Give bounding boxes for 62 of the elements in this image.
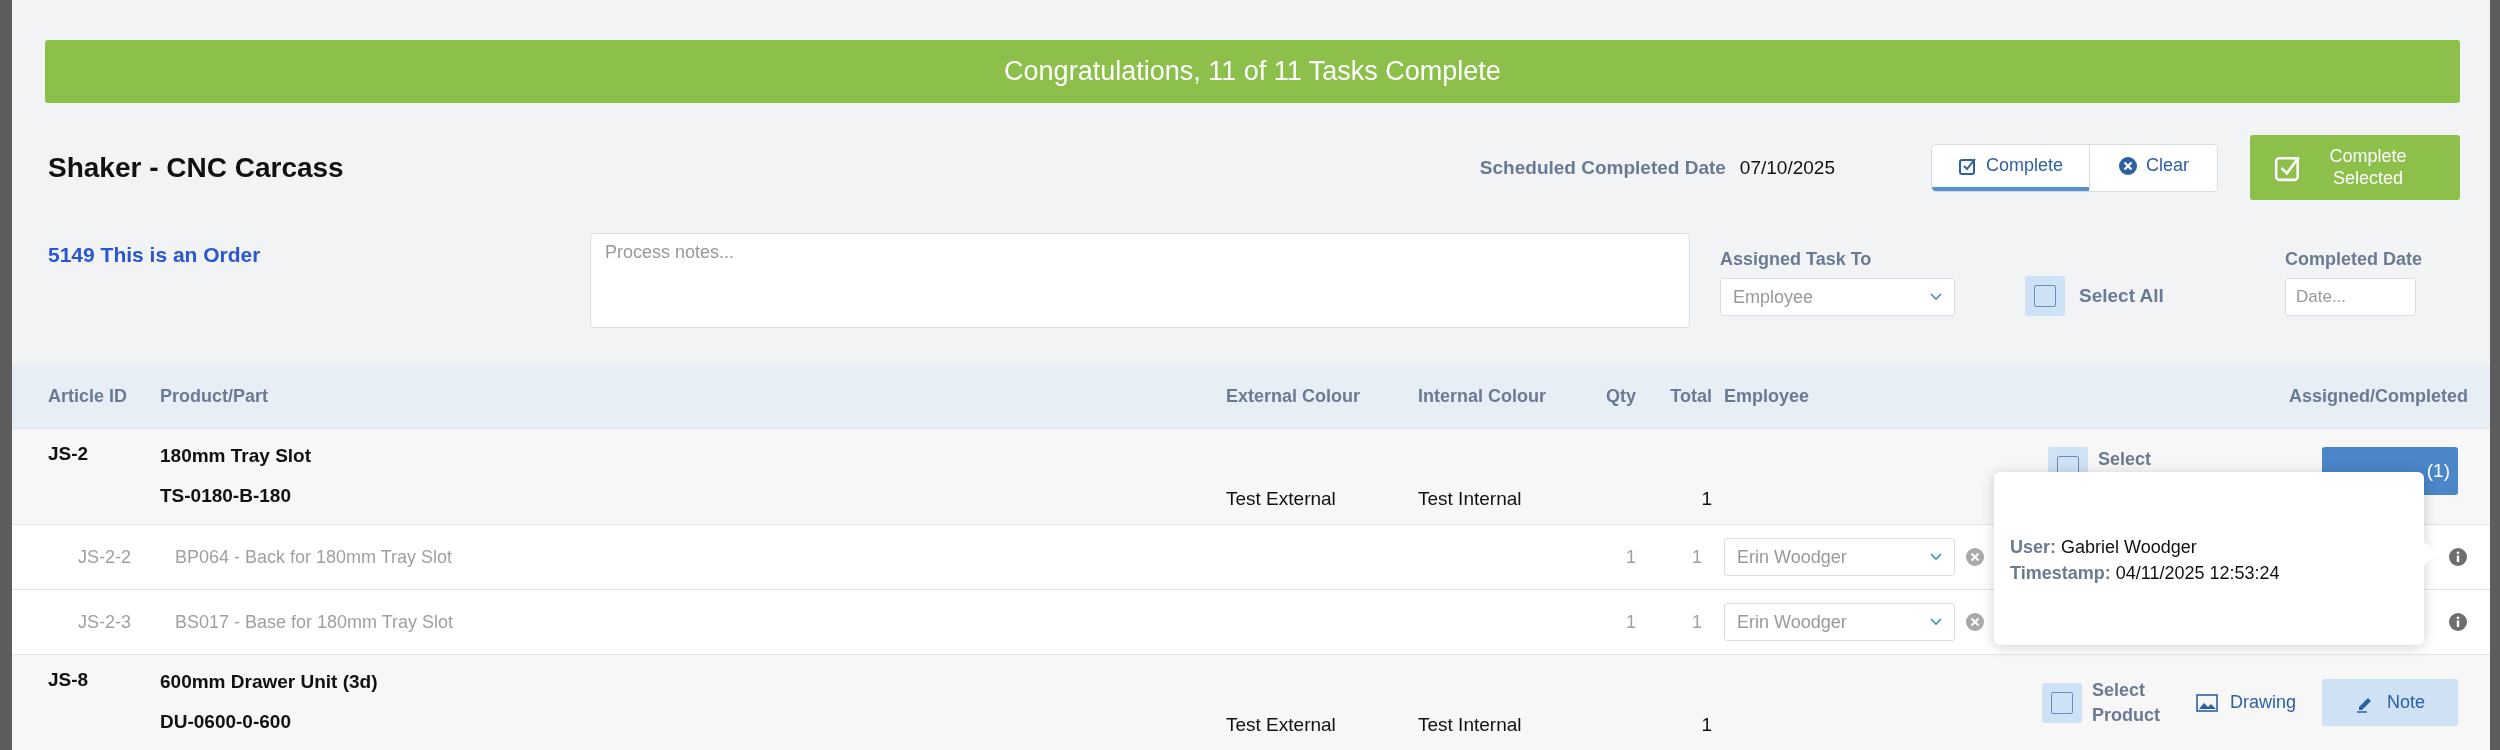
column-header: Qty xyxy=(1605,386,1636,407)
scheduled-date: 07/10/2025 xyxy=(1739,156,1835,179)
select-product-label: Select Product xyxy=(2091,679,2161,727)
article-id: JS-2-2 xyxy=(77,546,132,568)
column-header: Total xyxy=(1669,386,1712,407)
order-link[interactable]: 5149 This is an Order xyxy=(48,243,590,267)
column-header: Employee xyxy=(1723,386,1810,407)
table-cell-text: 1 xyxy=(1700,714,1712,736)
column-header: Product/Part xyxy=(160,386,270,407)
user-label: User: xyxy=(2010,537,2057,557)
table-cell-text: Test Internal xyxy=(1418,488,1523,510)
field-label: Completed Date xyxy=(2285,249,2424,270)
mode-tab[interactable]: Complete xyxy=(1931,144,2089,191)
article-id: JS-2-3 xyxy=(77,611,132,633)
scheduled-label: Scheduled Completed Date xyxy=(1479,156,1726,179)
column-header: Assigned/Completed xyxy=(2288,386,2468,407)
employee-select[interactable]: Erin Woodger xyxy=(1724,538,1955,576)
article-id: JS-2 xyxy=(48,443,90,465)
user-name: Gabriel Woodger xyxy=(2061,537,2197,557)
select-product-label: Select xyxy=(2098,448,2153,471)
timestamp: 04/11/2025 12:53:24 xyxy=(2115,563,2280,583)
column-header: Article ID xyxy=(48,386,129,407)
table-cell-text: 1 xyxy=(1691,611,1703,633)
part-name: BS017 - Base for 180mm Tray Slot xyxy=(174,611,455,633)
table-cell-text: Test External xyxy=(1226,488,1337,510)
column-header: External Colour xyxy=(1226,386,1362,407)
clear-icon xyxy=(2118,155,2138,176)
info-icon[interactable] xyxy=(2448,547,2468,567)
employee-select[interactable]: Employee xyxy=(1720,278,1955,316)
info-icon[interactable] xyxy=(2448,612,2468,632)
article-id: JS-8 xyxy=(48,669,90,691)
table-cell-text: 1 xyxy=(1625,611,1636,633)
product-name: 600mm Drawer Unit (3d) xyxy=(160,671,379,693)
field-label: Assigned Task To xyxy=(1720,249,1873,270)
employee-select[interactable]: Erin Woodger xyxy=(1724,603,1955,641)
clear-icon[interactable] xyxy=(1965,612,1985,632)
table-cell-text: 1 xyxy=(1700,488,1712,510)
note-button[interactable]: Note xyxy=(2322,679,2458,726)
select-all-label: Select All xyxy=(2079,285,2164,307)
caret-icon xyxy=(1930,293,1942,301)
caret-icon xyxy=(1930,553,1942,561)
table-cell-text: 1 xyxy=(1691,546,1703,568)
product-name: 180mm Tray Slot xyxy=(160,445,313,467)
table-cell-text: Test Internal xyxy=(1418,714,1523,736)
table-cell-text: Test External xyxy=(1226,714,1337,736)
column-header: Internal Colour xyxy=(1418,386,1547,407)
success-banner: Congratulations, 11 of 11 Tasks Complete xyxy=(45,40,2460,103)
checkbox[interactable] xyxy=(2041,682,2082,723)
product-code: TS-0180-B-180 xyxy=(160,485,292,507)
part-name: BP064 - Back for 180mm Tray Slot xyxy=(174,546,454,568)
checkbox[interactable] xyxy=(2025,276,2065,316)
mode-tab[interactable]: Clear xyxy=(2089,144,2217,191)
table-cell-text: 1 xyxy=(1625,546,1636,568)
picture-icon xyxy=(2195,693,2218,712)
product-code: DU-0600-0-600 xyxy=(160,711,292,733)
caret-icon xyxy=(1930,618,1942,626)
page-title: Shaker - CNC Carcass xyxy=(48,151,344,184)
clear-icon[interactable] xyxy=(1965,547,1985,567)
timestamp-label: Timestamp: xyxy=(2010,563,2111,583)
date-field[interactable]: Date... xyxy=(2285,278,2416,316)
notes-field[interactable]: Process notes... xyxy=(590,233,1690,328)
drawing-link[interactable]: Drawing xyxy=(2195,692,2296,713)
